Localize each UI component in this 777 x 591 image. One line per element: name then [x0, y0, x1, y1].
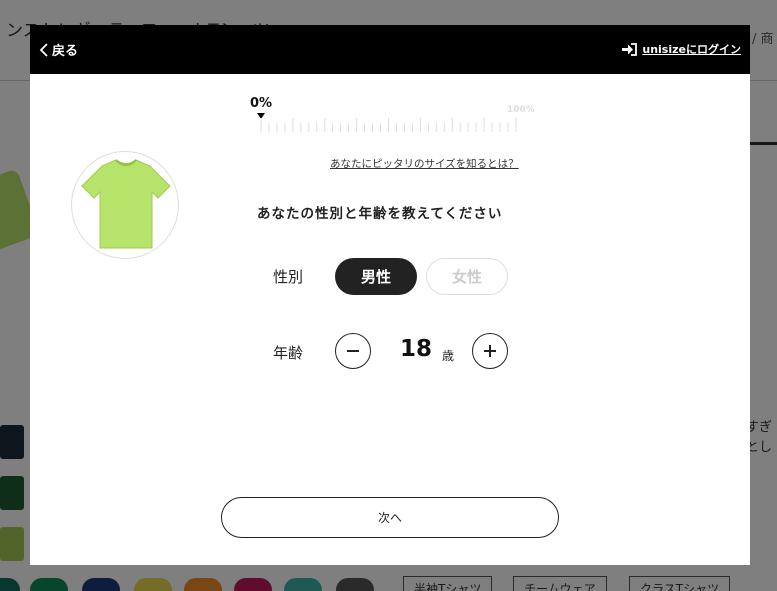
age-value: 18: [400, 336, 433, 362]
gender-label: 性別: [273, 268, 304, 286]
female-button[interactable]: 女性: [426, 258, 508, 295]
minus-icon: [347, 350, 359, 352]
next-button[interactable]: 次へ: [221, 497, 559, 538]
tshirt-icon: [81, 159, 171, 249]
age-label: 年齢: [273, 344, 304, 362]
back-button[interactable]: 戻る: [39, 40, 78, 59]
male-button[interactable]: 男性: [335, 258, 417, 295]
question-text: あなたの性別と年齢を教えてください: [257, 206, 503, 222]
progress-ruler: [260, 118, 517, 132]
help-link[interactable]: あなたにピッタリのサイズを知るとは？: [330, 156, 519, 171]
login-label: unisizeにログイン: [642, 43, 741, 56]
plus-icon: [484, 345, 496, 357]
age-unit: 歳: [442, 349, 455, 363]
modal-header: 戻る unisizeにログイン: [30, 25, 750, 74]
age-increment-button[interactable]: [472, 333, 508, 369]
chevron-left-icon: [39, 42, 48, 57]
sign-in-icon: [622, 42, 638, 56]
back-label: 戻る: [52, 44, 79, 59]
product-image: [71, 151, 179, 259]
age-decrement-button[interactable]: [335, 333, 371, 369]
progress-max-label: 100%: [507, 105, 535, 115]
size-modal: 戻る unisizeにログイン 0% 100% あなたにピッタリのサイズを知ると…: [30, 25, 750, 565]
progress-percentage: 0%: [250, 96, 273, 111]
login-link[interactable]: unisizeにログイン: [622, 41, 741, 57]
